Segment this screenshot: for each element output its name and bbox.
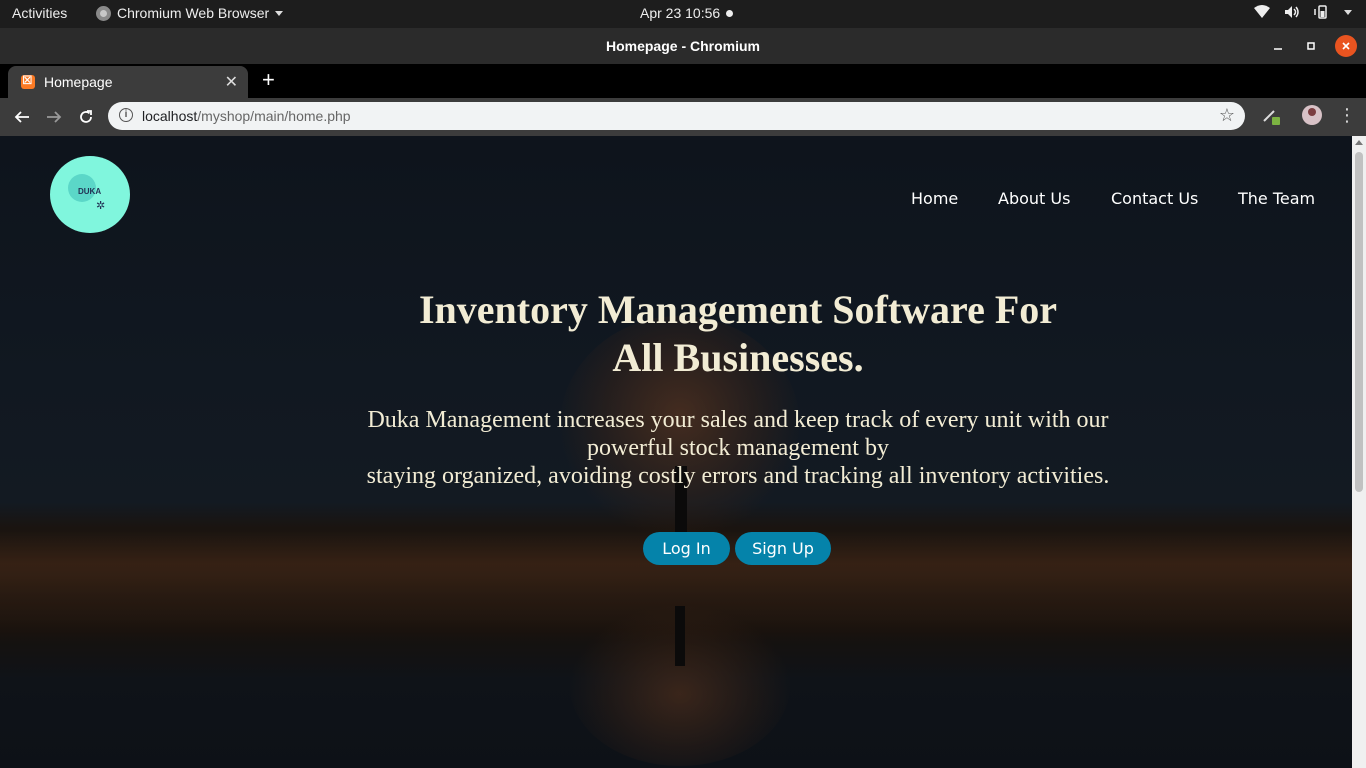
reload-icon [80, 110, 92, 123]
site-logo[interactable]: DUKA ✲ [50, 156, 130, 233]
url-host: localhost [142, 108, 198, 124]
reload-button[interactable] [75, 106, 97, 128]
hero-description-line-1: Duka Management increases your sales and… [367, 407, 1109, 433]
window-title-bar: Homepage - Chromium [0, 28, 1366, 64]
nav-contact-us[interactable]: Contact Us [1111, 189, 1198, 208]
system-tray[interactable] [1254, 5, 1352, 19]
hero-description: Duka Management increases your sales and… [338, 406, 1138, 490]
login-button[interactable]: Log In [643, 532, 730, 565]
system-menu-chevron-icon [1344, 9, 1352, 15]
browser-toolbar: i localhost/myshop/main/home.php ☆ [0, 98, 1366, 136]
extension-pen-icon [1263, 110, 1280, 125]
hero-title: Inventory Management Software For All Bu… [338, 286, 1138, 382]
clock-label: Apr 23 10:56 [640, 5, 721, 21]
arrow-left-icon [14, 111, 29, 123]
scroll-up-arrow-icon[interactable] [1355, 140, 1363, 145]
profile-avatar[interactable] [1302, 105, 1322, 125]
url-path: /myshop/main/home.php [197, 108, 351, 124]
page-scrollbar[interactable] [1352, 136, 1366, 768]
background-trunk-reflection [675, 606, 685, 666]
nav-home[interactable]: Home [911, 189, 958, 208]
xampp-favicon-icon [21, 72, 35, 89]
logo-gear-icon: ✲ [96, 200, 106, 212]
tab-strip: Homepage ✕ + [0, 64, 1366, 98]
wifi-icon [1254, 5, 1270, 18]
activities-button[interactable]: Activities [12, 5, 67, 21]
hero-description-line-2: powerful stock management by [587, 435, 889, 461]
logo-text: DUKA [78, 187, 102, 196]
maximize-button[interactable] [1300, 35, 1322, 57]
nav-the-team[interactable]: The Team [1238, 189, 1315, 208]
app-menu-label: Chromium Web Browser [117, 5, 270, 21]
tab-homepage[interactable]: Homepage ✕ [8, 66, 248, 98]
forward-button[interactable] [43, 106, 65, 128]
minimize-icon [1274, 48, 1282, 50]
new-tab-button[interactable]: + [262, 69, 275, 91]
page-viewport: DUKA ✲ Home About Us Contact Us The Team… [0, 136, 1352, 768]
url-text: localhost/myshop/main/home.php [142, 108, 351, 124]
nav-about-us[interactable]: About Us [998, 189, 1070, 208]
address-bar[interactable]: i localhost/myshop/main/home.php ☆ [108, 102, 1245, 130]
volume-icon [1285, 6, 1299, 18]
app-menu[interactable]: Chromium Web Browser [96, 5, 284, 21]
more-menu-icon[interactable]: ⋮ [1338, 106, 1356, 124]
scrollbar-thumb[interactable] [1355, 152, 1363, 492]
system-top-bar: Activities Chromium Web Browser Apr 23 1… [0, 0, 1366, 28]
hero-description-line-3: staying organized, avoiding costly error… [366, 463, 1110, 489]
hero-title-line-1: Inventory Management Software For [418, 287, 1058, 332]
window-title: Homepage - Chromium [605, 38, 760, 54]
close-window-button[interactable] [1335, 35, 1357, 57]
chevron-down-icon [275, 10, 284, 16]
maximize-icon [1307, 42, 1315, 50]
bookmark-star-icon[interactable]: ☆ [1219, 105, 1235, 126]
minimize-button[interactable] [1267, 35, 1289, 57]
back-button[interactable] [11, 106, 33, 128]
chromium-icon [96, 5, 111, 21]
signup-button[interactable]: Sign Up [735, 532, 831, 565]
close-icon [1342, 42, 1350, 50]
hero-title-line-2: All Businesses. [612, 335, 864, 380]
clock[interactable]: Apr 23 10:56 [640, 5, 734, 21]
notification-dot-icon [726, 9, 734, 17]
extension-button[interactable] [1261, 106, 1281, 131]
site-info-icon[interactable]: i [119, 108, 133, 122]
arrow-right-icon [47, 111, 62, 123]
battery-icon [1314, 5, 1327, 19]
tab-close-icon[interactable]: ✕ [225, 72, 238, 92]
tab-label: Homepage [44, 74, 113, 90]
